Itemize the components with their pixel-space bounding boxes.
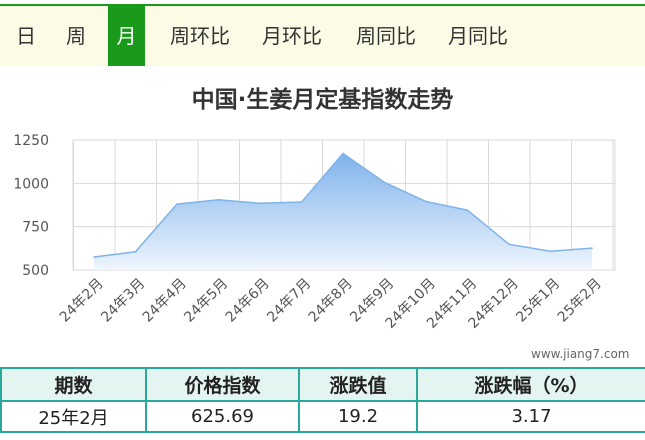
header-period: 期数 <box>0 367 147 402</box>
x-tick-label: 24年2月 <box>57 276 107 326</box>
period-tab-bar: 日 周 月 周环比 月环比 周同比 月同比 <box>0 6 645 66</box>
header-change-percent: 涨跌幅（%） <box>416 367 645 402</box>
cell-price-index: 625.69 <box>145 400 300 433</box>
header-change-value: 涨跌值 <box>298 367 418 402</box>
x-tick-label: 25年1月 <box>513 276 563 326</box>
cell-change-percent: 3.17 <box>416 400 645 433</box>
index-area-chart: 500 750 1000 1250 24年2月24年3月24年4月24年5月24年6月… <box>13 133 616 332</box>
data-point <box>383 181 386 184</box>
y-tick-label: 500 <box>22 263 49 279</box>
data-point <box>259 202 261 205</box>
data-point <box>217 199 220 201</box>
data-point <box>93 256 95 258</box>
tab-month[interactable]: 月 <box>108 6 145 66</box>
data-point <box>300 201 303 203</box>
x-tick-label: 24年4月 <box>140 276 190 326</box>
data-point <box>508 243 510 246</box>
header-price-index: 价格指数 <box>145 367 300 402</box>
cell-period: 25年2月 <box>0 400 147 433</box>
x-tick-label: 24年6月 <box>223 276 273 326</box>
chart-title: 中国·生姜月定基指数走势 <box>191 87 454 113</box>
tab-week-over-week[interactable]: 周环比 <box>162 6 238 66</box>
summary-data-row: 25年2月 625.69 19.2 3.17 <box>0 400 645 433</box>
area-fill <box>94 153 592 270</box>
summary-table: 期数 价格指数 涨跌值 涨跌幅（%） 25年2月 625.69 19.2 3.1… <box>0 367 645 433</box>
data-point <box>591 247 593 249</box>
site-watermark: www.jiang7.com <box>531 347 630 361</box>
x-tick-label: 24年5月 <box>181 276 231 326</box>
y-axis-ticks: 500 750 1000 1250 <box>13 133 49 279</box>
data-point <box>549 250 552 253</box>
tab-week[interactable]: 周 <box>56 6 96 66</box>
cell-change-value: 19.2 <box>298 400 418 433</box>
data-point <box>342 152 344 155</box>
data-point <box>466 209 469 211</box>
data-point <box>425 200 427 203</box>
tab-day[interactable]: 日 <box>6 6 46 66</box>
y-tick-label: 750 <box>22 220 49 236</box>
x-axis-ticks: 24年2月24年3月24年4月24年5月24年6月24年7月24年8月24年9月… <box>57 276 605 332</box>
x-tick-label: 25年2月 <box>555 276 605 326</box>
tab-month-year-over-year[interactable]: 月同比 <box>440 6 516 66</box>
tab-month-over-month[interactable]: 月环比 <box>254 6 330 66</box>
x-tick-label: 24年8月 <box>306 276 356 326</box>
x-tick-label: 24年3月 <box>98 276 148 326</box>
data-point <box>134 251 137 253</box>
x-tick-label: 24年7月 <box>264 276 314 326</box>
y-tick-label: 1000 <box>13 176 49 192</box>
chart-area-series <box>93 152 593 270</box>
summary-header-row: 期数 价格指数 涨跌值 涨跌幅（%） <box>0 367 645 402</box>
data-point <box>176 203 178 205</box>
y-tick-label: 1250 <box>13 133 49 149</box>
tab-week-year-over-year[interactable]: 周同比 <box>348 6 424 66</box>
